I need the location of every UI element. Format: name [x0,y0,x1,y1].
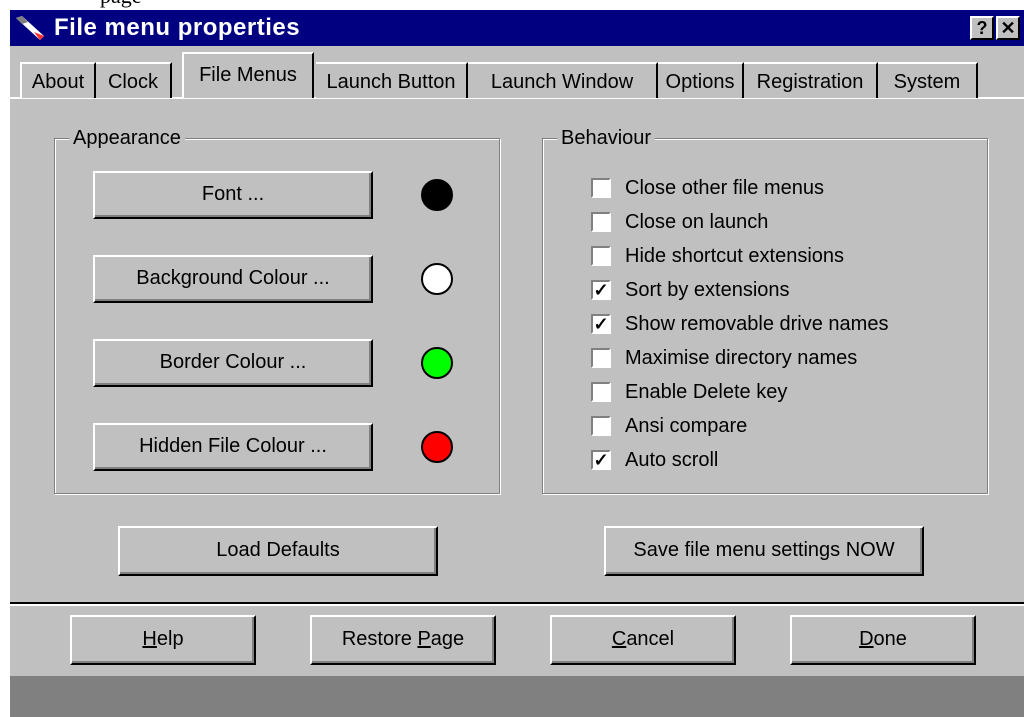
restore-page-button[interactable]: Restore Page [310,615,496,665]
tab-about[interactable]: About [20,62,96,98]
checkbox[interactable]: ✓ [591,450,611,470]
hidden-file-color-swatch [421,431,453,463]
checkbox[interactable] [591,212,611,232]
help-label-post: elp [156,628,184,650]
checkbox[interactable]: ✓ [591,280,611,300]
tab-file-menus[interactable]: File Menus [182,52,314,98]
tab-registration[interactable]: Registration [744,62,878,98]
help-accelerator: H [142,628,157,650]
help-button[interactable]: Help [70,615,256,665]
font-color-swatch [421,179,453,211]
restore-accelerator: P [417,628,431,650]
background-colour-button[interactable]: Background Colour ... [93,255,373,303]
done-label-post: one [873,628,907,650]
behaviour-legend: Behaviour [557,125,656,151]
checkbox[interactable] [591,382,611,402]
tab-launch-button[interactable]: Launch Button [316,62,468,98]
appearance-legend: Appearance [69,125,185,151]
window-title: File menu properties [54,14,301,41]
tab-clock[interactable]: Clock [96,62,172,98]
done-accelerator: D [859,628,874,650]
properties-window: File menu properties ? ✕ About Clock Fil… [10,10,1024,717]
checkbox[interactable] [591,416,611,436]
cancel-button[interactable]: Cancel [550,615,736,665]
tab-system[interactable]: System [878,62,978,98]
hidden-file-colour-button[interactable]: Hidden File Colour ... [93,423,373,471]
tab-launch-window[interactable]: Launch Window [468,62,658,98]
help-title-button[interactable]: ? [970,16,994,40]
save-settings-now-button[interactable]: Save file menu settings NOW [604,526,924,576]
appearance-group: Appearance Font ... Background Colour ..… [54,125,500,494]
option-label: Show removable drive names [625,313,889,335]
cancel-accelerator: C [611,628,627,650]
title-bar: File menu properties ? ✕ [10,10,1024,46]
option-label: Enable Delete key [625,381,788,403]
checkbox[interactable] [591,348,611,368]
footer-divider-highlight [10,604,1024,606]
option-label: Close other file menus [625,177,824,199]
cancel-label-post: ancel [626,628,675,650]
app-icon [16,16,44,40]
option-label: Maximise directory names [625,347,858,369]
background-color-swatch [421,263,453,295]
option-label: Hide shortcut extensions [625,245,845,267]
status-bar [10,676,1024,717]
option-label: Close on launch [625,211,769,233]
behaviour-group: Behaviour Close other file menus Close o… [542,125,988,494]
option-label: Sort by extensions [625,279,790,301]
close-window-button[interactable]: ✕ [996,16,1020,40]
load-defaults-button[interactable]: Load Defaults [118,526,438,576]
tab-options[interactable]: Options [658,62,744,98]
option-label: Ansi compare [625,415,748,437]
checkbox[interactable] [591,178,611,198]
restore-label-pre: Restore [341,628,418,650]
done-button[interactable]: Done [790,615,976,665]
font-button[interactable]: Font ... [93,171,373,219]
checkbox[interactable] [591,246,611,266]
restore-label-post: age [430,628,465,650]
border-color-swatch [421,347,453,379]
option-label: Auto scroll [625,449,719,471]
checkbox[interactable]: ✓ [591,314,611,334]
border-colour-button[interactable]: Border Colour ... [93,339,373,387]
